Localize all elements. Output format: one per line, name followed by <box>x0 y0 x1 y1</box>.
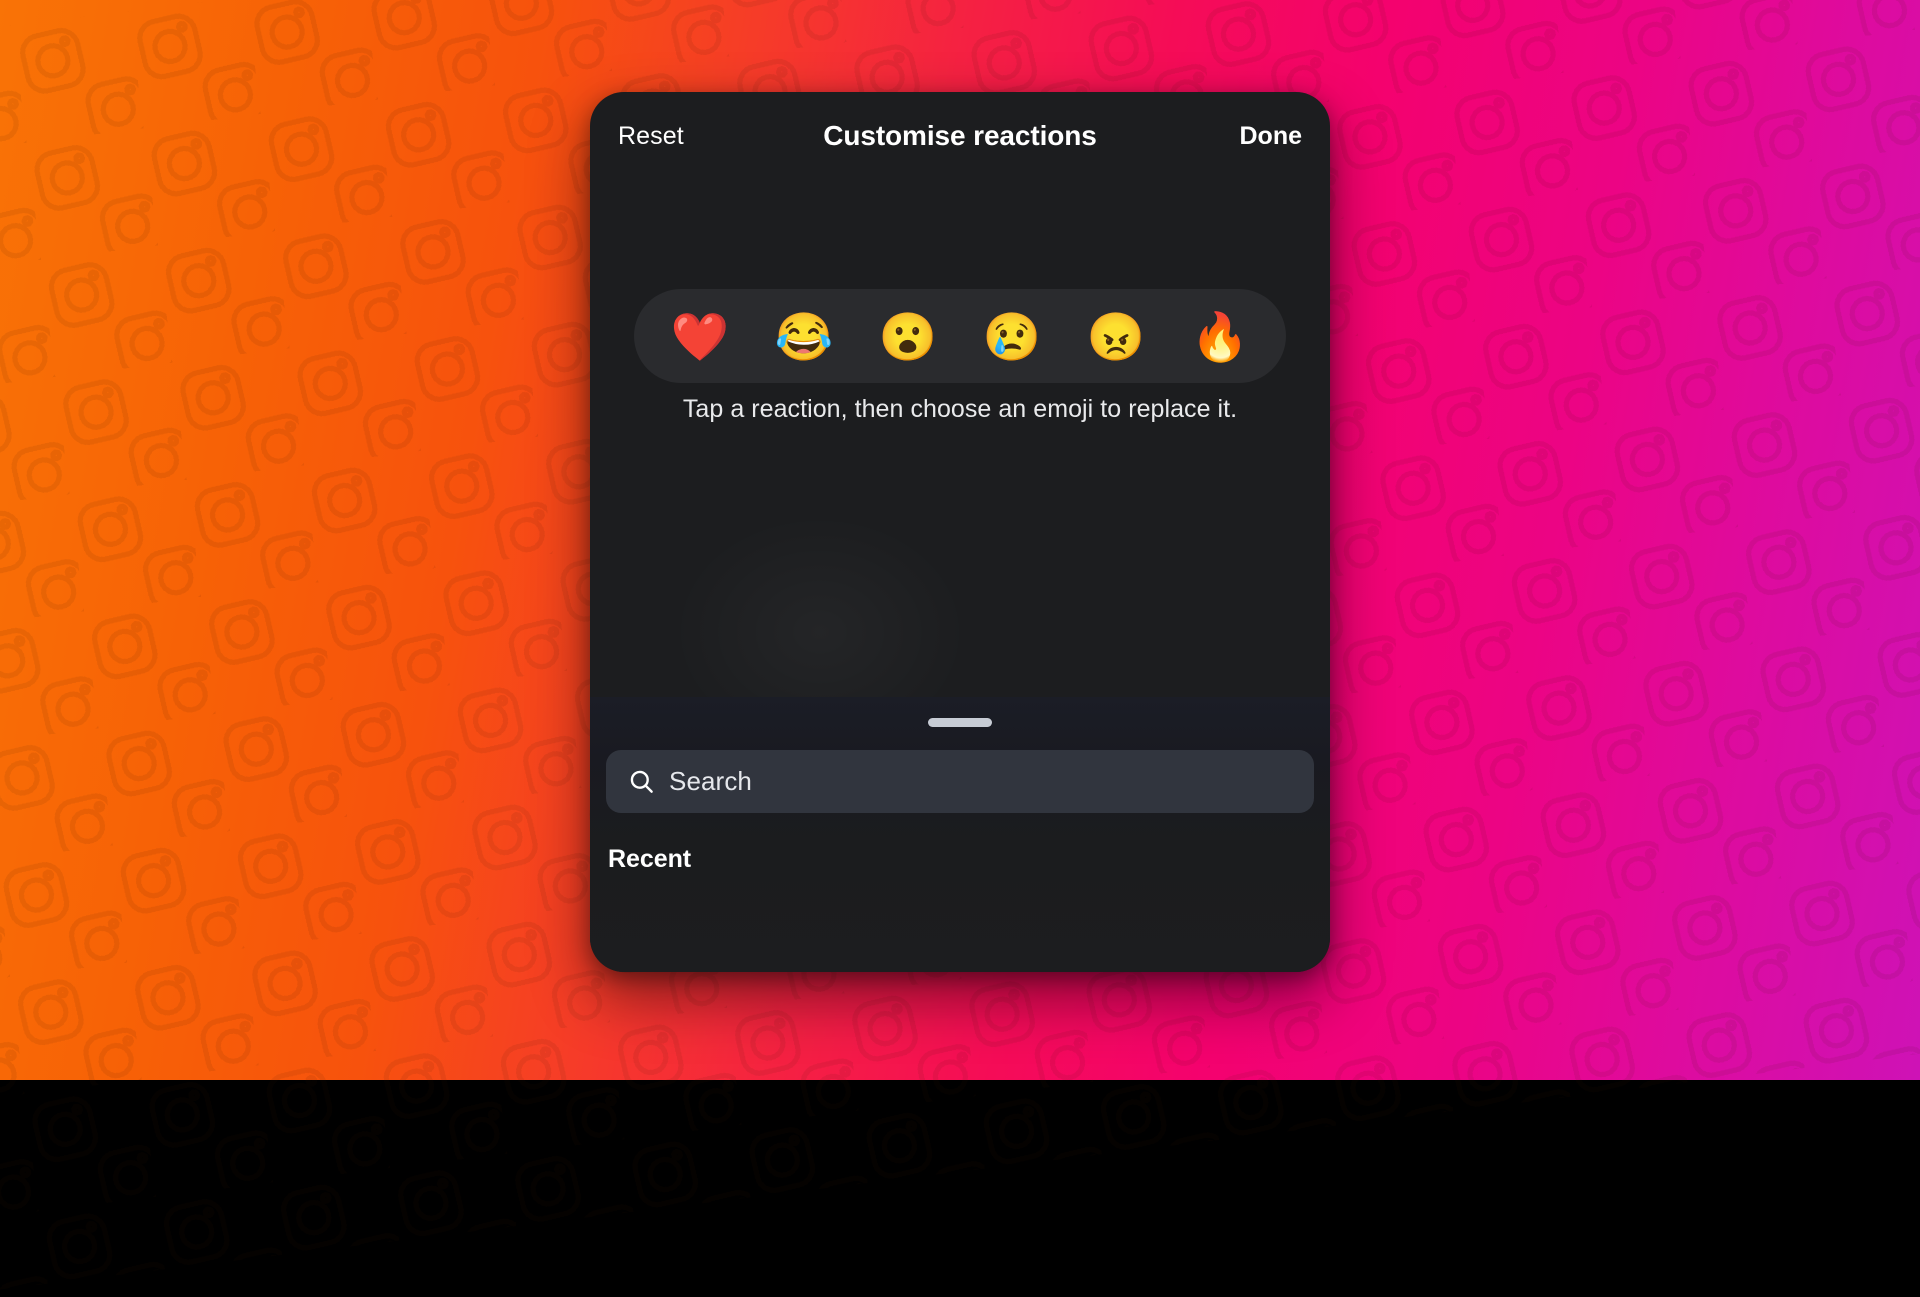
recent-emoji-grid <box>608 889 1312 972</box>
reaction-slot-fire[interactable]: 🔥 <box>1183 299 1257 373</box>
reaction-slot-face-with-open-mouth[interactable]: 😮 <box>871 299 945 373</box>
sheet-header: Reset Customise reactions Done <box>590 92 1330 180</box>
search-icon <box>628 768 655 795</box>
search-input[interactable] <box>669 750 1314 813</box>
drag-handle[interactable] <box>928 718 992 727</box>
hint-text: Tap a reaction, then choose an emoji to … <box>590 395 1330 424</box>
done-button[interactable]: Done <box>1240 122 1303 151</box>
customise-reactions-sheet: Reset Customise reactions Done ❤️ 😂 😮 😢 😠 🔥 T… <box>590 92 1330 972</box>
drag-handle-area[interactable] <box>590 697 1330 747</box>
recent-section-header: Recent <box>608 845 691 874</box>
reset-button[interactable]: Reset <box>618 122 684 151</box>
reaction-slot-red-heart[interactable]: ❤️ <box>663 299 737 373</box>
emoji-keyboard-panel: Recent <box>590 697 1330 972</box>
search-bar[interactable] <box>606 750 1314 813</box>
page-title: Customise reactions <box>590 120 1330 152</box>
reaction-slot-angry-face[interactable]: 😠 <box>1079 299 1153 373</box>
reaction-tray: ❤️ 😂 😮 😢 😠 🔥 <box>634 289 1286 383</box>
reaction-slot-crying-face[interactable]: 😢 <box>975 299 1049 373</box>
reaction-slot-face-with-tears-of-joy[interactable]: 😂 <box>767 299 841 373</box>
